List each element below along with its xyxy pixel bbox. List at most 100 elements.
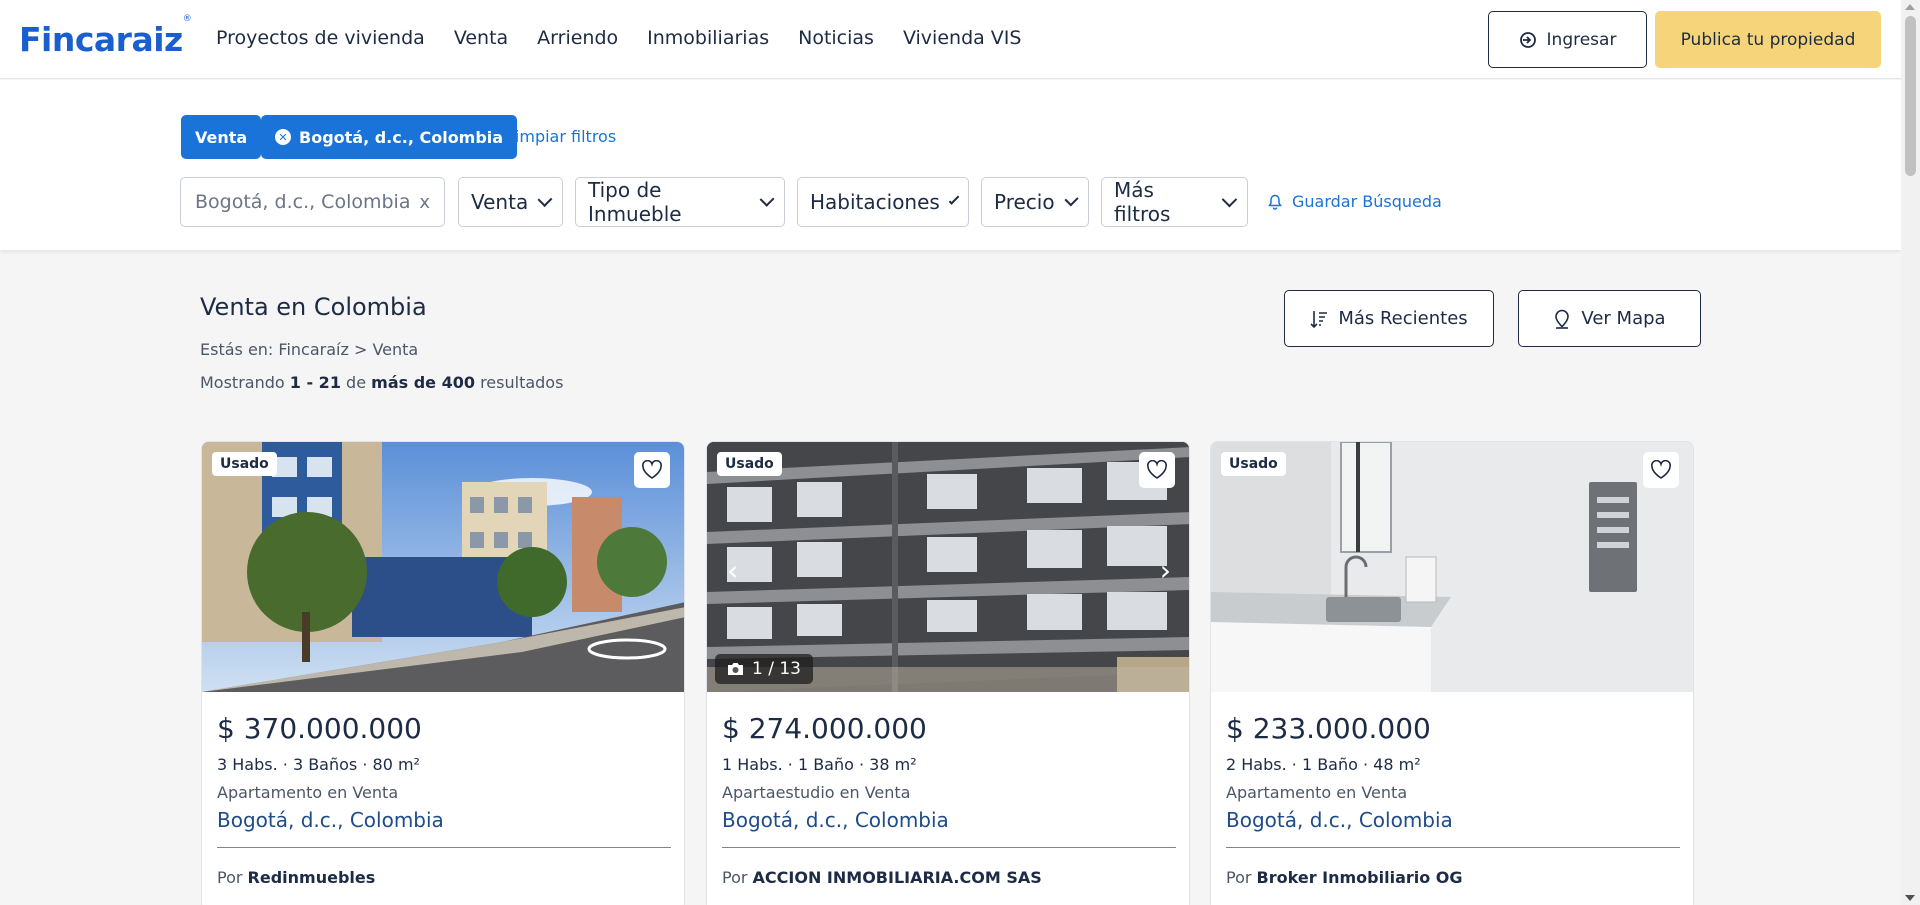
property-features: 3 Habs. · 3 Baños · 80 m² [217, 755, 420, 774]
dropdown-label: Más filtros [1114, 178, 1171, 226]
property-card[interactable]: Usado $ 233.000.000 2 Habs. · 1 Baño · 4… [1210, 441, 1694, 905]
login-label: Ingresar [1546, 29, 1617, 50]
breadcrumb-prefix: Estás en: [200, 340, 274, 359]
dropdown-habitaciones[interactable]: Habitaciones [797, 177, 969, 227]
property-type: Apartaestudio en Venta [722, 783, 911, 802]
favorite-button[interactable] [634, 452, 670, 488]
agent-name[interactable]: ACCION INMOBILIARIA.COM SAS [753, 868, 1042, 887]
dropdown-label: Precio [994, 190, 1055, 214]
login-icon [1519, 31, 1536, 48]
view-map-label: Ver Mapa [1581, 308, 1666, 329]
save-search-button[interactable]: Guardar Búsqueda [1268, 192, 1442, 211]
view-map-button[interactable]: Ver Mapa [1518, 290, 1701, 347]
condition-badge: Usado [212, 452, 277, 476]
next-photo-icon[interactable]: › [1160, 554, 1171, 587]
property-photo[interactable] [202, 442, 685, 692]
dropdown-label: Tipo de Inmueble [588, 178, 682, 226]
chevron-down-icon [1064, 191, 1079, 207]
save-search-label: Guardar Búsqueda [1292, 192, 1442, 211]
property-type: Apartamento en Venta [217, 783, 399, 802]
property-price: $ 233.000.000 [1226, 712, 1431, 745]
dropdown-label: Habitaciones [810, 190, 940, 214]
login-button[interactable]: Ingresar [1488, 11, 1647, 68]
scroll-thumb[interactable] [1905, 16, 1916, 176]
fincaraiz-logo[interactable]: Fincaraiz® [19, 14, 192, 59]
dropdown-tipo-inmueble[interactable]: Tipo de Inmueble [575, 177, 785, 227]
map-pin-icon [1555, 309, 1570, 329]
chip-location[interactable]: ✕ Bogotá, d.c., Colombia [261, 115, 518, 159]
property-photo[interactable] [1211, 442, 1694, 692]
nav-vivienda-vis[interactable]: Vivienda VIS [903, 27, 1022, 49]
divider [722, 847, 1176, 848]
property-features: 1 Habs. · 1 Baño · 38 m² [722, 755, 917, 774]
site-header: Fincaraiz® Proyectos de vivienda Venta A… [0, 0, 1901, 79]
property-type: Apartamento en Venta [1226, 783, 1408, 802]
prev-photo-icon[interactable]: ‹ [727, 554, 738, 587]
chevron-down-icon [759, 191, 775, 207]
heart-icon [642, 460, 662, 479]
breadcrumb: Estás en: Fincaraíz > Venta [200, 340, 418, 359]
property-agent: Por ACCION INMOBILIARIA.COM SAS [722, 868, 1042, 887]
nav-arriendo[interactable]: Arriendo [537, 27, 618, 49]
property-features: 2 Habs. · 1 Baño · 48 m² [1226, 755, 1421, 774]
chevron-down-icon [948, 193, 960, 205]
sort-label: Más Recientes [1338, 308, 1468, 329]
property-card[interactable]: Usado $ 370.000.000 3 Habs. · 3 Baños · … [201, 441, 685, 905]
main-nav: Proyectos de vivienda Venta Arriendo Inm… [216, 27, 1050, 49]
count-suffix: resultados [480, 373, 564, 392]
sort-button[interactable]: Más Recientes [1284, 290, 1494, 347]
camera-icon [728, 663, 743, 675]
photo-counter: 1 / 13 [715, 654, 813, 684]
count-prefix: Mostrando [200, 373, 285, 392]
dropdown-label: Venta [471, 190, 529, 214]
page-scrollbar[interactable] [1901, 0, 1920, 905]
clear-location-icon[interactable]: x [419, 192, 430, 213]
heart-icon [1651, 460, 1671, 479]
property-location[interactable]: Bogotá, d.c., Colombia [1226, 808, 1453, 832]
breadcrumb-path[interactable]: Fincaraíz > Venta [278, 340, 418, 359]
clear-filters-link[interactable]: Limpiar filtros [506, 127, 616, 146]
chip-location-label: Bogotá, d.c., Colombia [299, 127, 504, 147]
nav-venta[interactable]: Venta [454, 27, 508, 49]
publish-property-button[interactable]: Publica tu propiedad [1655, 11, 1881, 68]
dropdown-operacion[interactable]: Venta [458, 177, 563, 227]
nav-proyectos[interactable]: Proyectos de vivienda [216, 27, 425, 49]
location-value: Bogotá, d.c., Colombia [195, 191, 411, 213]
nav-inmobiliarias[interactable]: Inmobiliarias [647, 27, 769, 49]
condition-badge: Usado [717, 452, 782, 476]
dropdown-precio[interactable]: Precio [981, 177, 1089, 227]
remove-chip-icon[interactable]: ✕ [275, 129, 291, 145]
favorite-button[interactable] [1139, 452, 1175, 488]
divider [217, 847, 671, 848]
dropdown-mas-filtros[interactable]: Más filtros [1101, 177, 1248, 227]
location-input[interactable]: Bogotá, d.c., Colombia x [180, 177, 445, 227]
scroll-down-icon[interactable] [1905, 895, 1915, 901]
property-agent: Por Redinmuebles [217, 868, 375, 887]
property-price: $ 370.000.000 [217, 712, 422, 745]
count-mid: de [346, 373, 367, 392]
count-range: 1 - 21 [289, 373, 341, 392]
property-agent: Por Broker Inmobiliario OG [1226, 868, 1463, 887]
agent-name[interactable]: Broker Inmobiliario OG [1257, 868, 1463, 887]
chip-venta-label: Venta [195, 127, 248, 147]
chevron-down-icon [1222, 191, 1238, 207]
photo-counter-label: 1 / 13 [752, 659, 801, 679]
divider [1226, 847, 1680, 848]
agent-name[interactable]: Redinmuebles [248, 868, 376, 887]
property-location[interactable]: Bogotá, d.c., Colombia [722, 808, 949, 832]
filter-bar: Venta ✕ Bogotá, d.c., Colombia Limpiar f… [0, 80, 1901, 250]
property-price: $ 274.000.000 [722, 712, 927, 745]
page-title: Venta en Colombia [200, 293, 427, 321]
property-location[interactable]: Bogotá, d.c., Colombia [217, 808, 444, 832]
nav-noticias[interactable]: Noticias [798, 27, 874, 49]
agent-prefix: Por [722, 868, 748, 887]
count-total: más de 400 [371, 373, 475, 392]
favorite-button[interactable] [1643, 452, 1679, 488]
agent-prefix: Por [217, 868, 243, 887]
scroll-up-icon[interactable] [1905, 4, 1915, 10]
property-card[interactable]: ‹ › Usado 1 / 13 $ 274.000.000 1 Habs. ·… [706, 441, 1190, 905]
bell-icon [1268, 194, 1282, 210]
heart-icon [1147, 460, 1167, 479]
chip-venta[interactable]: Venta [181, 115, 262, 159]
chevron-down-icon [537, 191, 553, 207]
